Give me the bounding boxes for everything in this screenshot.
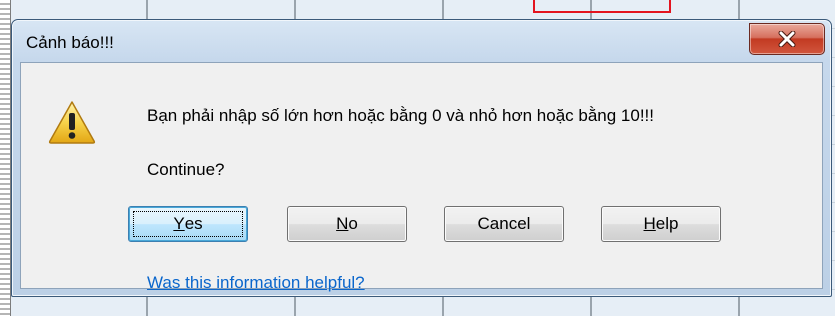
dialog-title: Cảnh báo!!! (26, 33, 114, 52)
help-button[interactable]: Help (601, 206, 721, 242)
dialog-content: Bạn phải nhập số lớn hơn hoặc bằng 0 và … (20, 62, 823, 292)
help-label: elp (655, 214, 679, 233)
help-mnemonic: H (643, 214, 656, 233)
warning-icon (48, 101, 96, 144)
background-selected-cell (533, 0, 671, 13)
yes-button[interactable]: Yes (128, 206, 248, 242)
cancel-button[interactable]: Cancel (444, 206, 564, 242)
no-mnemonic: N (336, 214, 349, 233)
focus-indicator (133, 211, 243, 237)
no-label: o (348, 214, 358, 233)
no-button[interactable]: No (287, 206, 407, 242)
close-button[interactable] (749, 23, 825, 55)
dialog-question: Continue? (147, 160, 225, 179)
close-icon (778, 31, 796, 47)
feedback-link[interactable]: Was this information helpful? (147, 273, 365, 293)
warning-dialog: Cảnh báo!!! Bạn phải nhập số lớn hơn hoặ… (11, 19, 832, 297)
cancel-label: Cancel (477, 214, 531, 233)
background-sheet-border (0, 0, 11, 316)
dialog-message: Bạn phải nhập số lớn hơn hoặc bằng 0 và … (147, 106, 654, 125)
